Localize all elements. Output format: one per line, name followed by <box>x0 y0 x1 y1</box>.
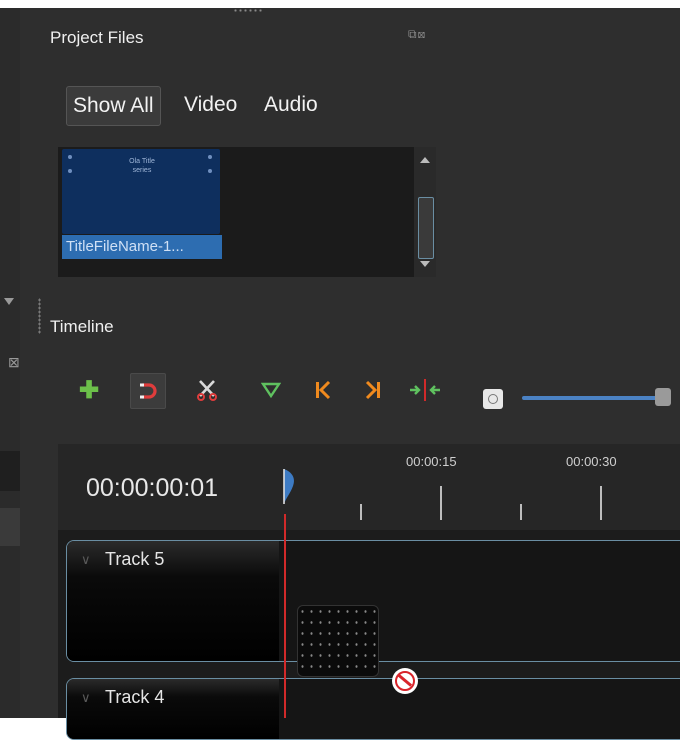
zoom-slider[interactable] <box>522 396 662 400</box>
collapse-arrow-icon[interactable] <box>4 298 14 305</box>
file-name-label[interactable]: TitleFileName-1... <box>62 235 222 259</box>
app-window: ⊠ Project Files ⧉⊠ Show All Video Audio … <box>0 8 680 740</box>
no-drop-icon <box>392 668 418 694</box>
ruler-label: 00:00:30 <box>566 454 617 469</box>
timeline-ruler[interactable]: 00:00:00:01 00:00:15 00:00:30 <box>58 444 680 530</box>
previous-marker-icon <box>316 380 331 400</box>
track-header[interactable]: ∨ Track 4 <box>67 679 279 739</box>
ruler-tick <box>440 486 442 520</box>
project-files-list[interactable]: Ola Title series TitleFileName-1... <box>58 147 436 277</box>
filter-video[interactable]: Video <box>178 86 243 124</box>
drag-handle[interactable] <box>233 8 263 14</box>
scroll-up-icon[interactable] <box>420 157 430 163</box>
scroll-thumb[interactable] <box>418 197 434 259</box>
add-track-icon[interactable]: ✚ <box>72 373 106 407</box>
playhead-handle[interactable] <box>278 468 296 508</box>
center-playhead-icon <box>410 379 440 401</box>
previous-marker-button[interactable] <box>306 373 340 407</box>
panel-splitter[interactable] <box>38 298 41 334</box>
ruler-tick <box>360 504 362 520</box>
track-name: Track 5 <box>105 549 165 569</box>
track-name: Track 4 <box>105 687 165 707</box>
current-time-display: 00:00:00:01 <box>86 474 219 502</box>
add-marker-button[interactable] <box>254 373 288 407</box>
project-files-title: Project Files <box>50 28 144 47</box>
thumb-dot <box>68 169 72 173</box>
thumb-dot <box>68 155 72 159</box>
track-header[interactable]: ∨ Track 5 <box>67 541 279 661</box>
razor-icon <box>197 380 217 401</box>
next-marker-icon <box>365 380 380 400</box>
filter-audio[interactable]: Audio <box>258 86 324 124</box>
dock-panel-fragment <box>0 451 20 491</box>
razor-button[interactable] <box>190 373 224 407</box>
panel-dock-buttons[interactable]: ⧉⊠ <box>408 27 426 42</box>
chevron-down-icon[interactable]: ∨ <box>81 690 91 706</box>
ruler-tick <box>600 486 602 520</box>
timeline-title: Timeline <box>50 317 114 336</box>
close-dock-icon[interactable]: ⊠ <box>8 354 20 370</box>
playhead-line <box>284 514 286 718</box>
snap-icon <box>140 383 157 399</box>
next-marker-button[interactable] <box>356 373 390 407</box>
track-lane[interactable] <box>279 679 680 739</box>
ruler-tick <box>520 504 522 520</box>
files-scrollbar[interactable] <box>414 147 436 277</box>
zoom-icon <box>483 389 503 409</box>
float-panel-icon[interactable]: ⧉ <box>408 27 418 41</box>
file-thumbnail[interactable]: Ola Title series <box>62 149 220 234</box>
thumb-title-text: Ola Title series <box>129 158 155 174</box>
thumb-dot <box>208 169 212 173</box>
chevron-down-icon[interactable]: ∨ <box>81 552 91 568</box>
scroll-down-icon[interactable] <box>420 261 430 267</box>
dock-panel-fragment <box>0 508 20 546</box>
dragged-clip[interactable] <box>297 605 379 677</box>
filter-show-all[interactable]: Show All <box>66 86 161 126</box>
add-marker-icon <box>261 382 281 398</box>
center-playhead-button[interactable] <box>408 373 442 407</box>
close-panel-icon[interactable]: ⊠ <box>418 27 427 41</box>
zoom-slider-handle[interactable] <box>655 388 671 406</box>
left-dock-strip: ⊠ <box>0 8 20 718</box>
ruler-label: 00:00:15 <box>406 454 457 469</box>
thumb-dot <box>208 155 212 159</box>
snap-button[interactable] <box>130 373 166 409</box>
track-4[interactable]: ∨ Track 4 <box>66 678 680 740</box>
